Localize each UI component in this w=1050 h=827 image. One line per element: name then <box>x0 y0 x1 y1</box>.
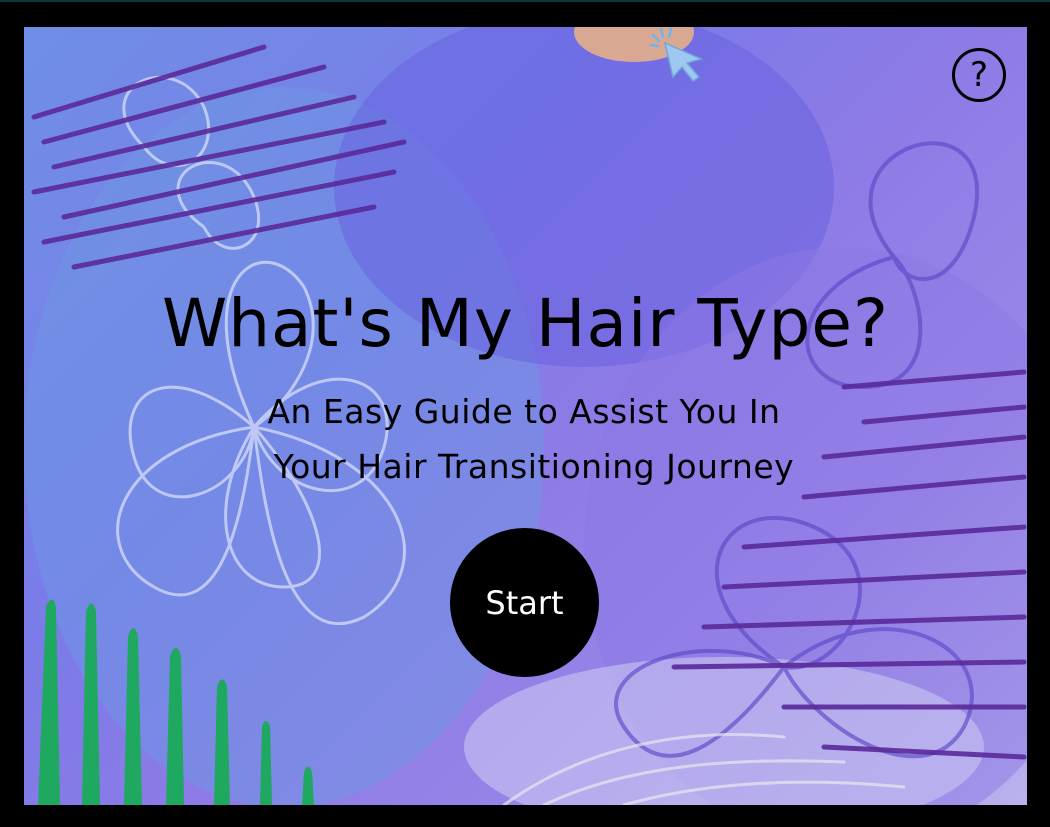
title-screen: What's My Hair Type? An Easy Guide to As… <box>24 27 1027 805</box>
page-title: What's My Hair Type? <box>161 285 890 362</box>
help-button[interactable]: ? <box>952 48 1006 102</box>
start-button[interactable]: Start <box>450 528 599 677</box>
pointer-cursor-icon <box>649 27 704 83</box>
subtitle-line-1: An Easy Guide to Assist You In <box>267 392 781 431</box>
app-frame: What's My Hair Type? An Easy Guide to As… <box>0 0 1050 827</box>
start-button-label: Start <box>485 583 564 622</box>
question-circle-icon: ? <box>969 55 989 95</box>
subtitle-line-2: Your Hair Transitioning Journey <box>273 447 795 486</box>
